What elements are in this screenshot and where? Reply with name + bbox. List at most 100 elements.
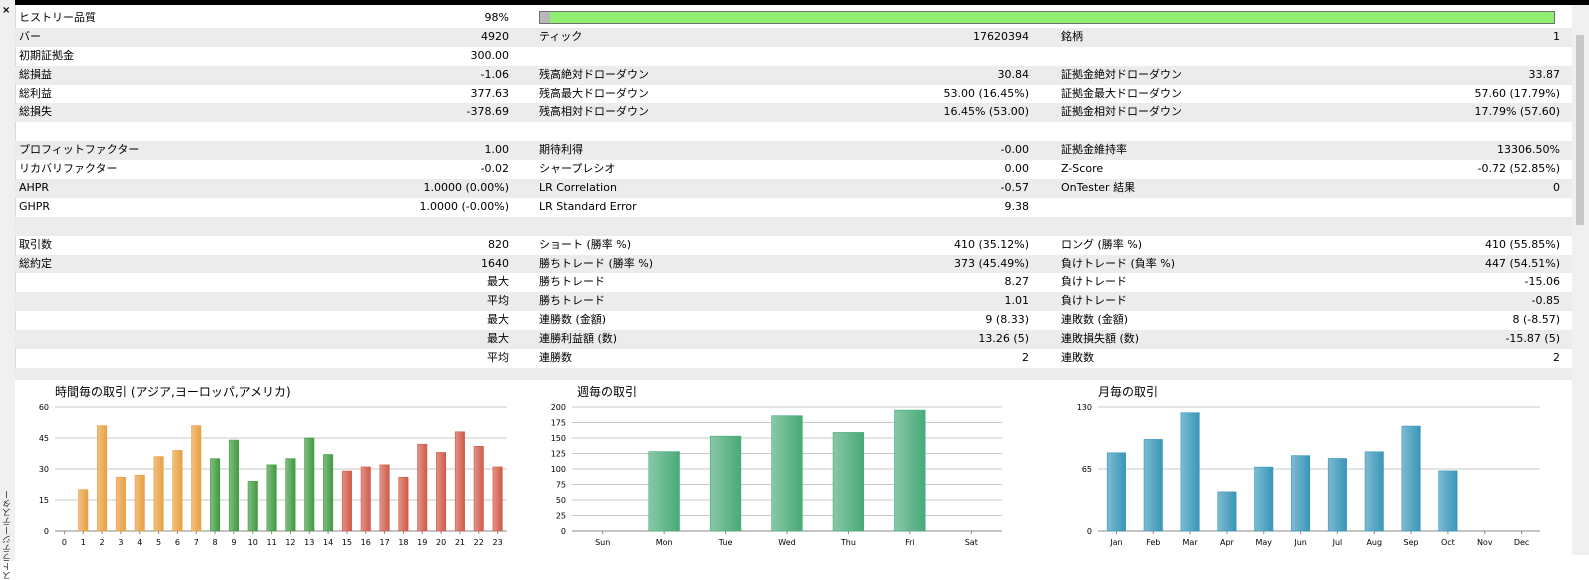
- stat-value-1: 最大: [487, 313, 509, 327]
- x-tick-label: 9: [231, 538, 236, 547]
- bar-5: [153, 456, 164, 532]
- stat-value-1: 最大: [487, 332, 509, 346]
- stat-label-3: OnTester 結果: [1061, 181, 1136, 195]
- stat-value-3: 447 (54.51%): [1484, 256, 1560, 270]
- quality-bar-fill: [540, 12, 551, 23]
- bar-4: [134, 474, 145, 532]
- x-tick-label: 18: [398, 538, 408, 547]
- bar-Jun: [1291, 455, 1311, 532]
- x-tick-label: Tue: [718, 538, 733, 547]
- y-tick-label: 50: [556, 496, 566, 505]
- stat-value-2: 17620394: [973, 29, 1029, 43]
- quality-row: ヒストリー品質 98%: [15, 9, 1572, 28]
- bar-8: [210, 458, 221, 532]
- stats-row: [15, 122, 1572, 141]
- stat-label-2: 勝ちトレード: [539, 275, 605, 289]
- y-tick-label: 0: [44, 527, 49, 536]
- x-tick-label: 12: [285, 538, 295, 547]
- bar-14: [323, 454, 334, 532]
- vertical-scrollbar[interactable]: [1572, 5, 1589, 555]
- x-tick-label: 2: [100, 538, 105, 547]
- stat-label-1: プロフィットファクター: [19, 143, 140, 157]
- bar-6: [172, 450, 183, 532]
- bar-Sep: [1401, 425, 1421, 532]
- bar-Tue: [709, 435, 742, 532]
- side-panel: × ストラテジーテスター: [0, 0, 16, 580]
- stats-row: GHPR 1.0000 (-0.00%) LR Standard Error 9.38: [15, 198, 1572, 217]
- stats-row: AHPR 1.0000 (0.00%) LR Correlation -0.57 OnT…: [15, 179, 1572, 198]
- y-tick-label: 125: [551, 450, 566, 459]
- stat-value-2: 8.27: [1004, 275, 1030, 289]
- x-tick-label: 4: [137, 538, 142, 547]
- stat-label-3: 負けトレード: [1061, 294, 1127, 308]
- stat-label-3: 連敗損失額 (数): [1061, 332, 1140, 346]
- x-tick-label: 1: [81, 538, 86, 547]
- stat-label-2: 残高絶対ドローダウン: [539, 67, 649, 81]
- y-tick-label: 60: [39, 403, 49, 412]
- bar-7: [191, 425, 202, 532]
- stat-value-2: 410 (35.12%): [953, 237, 1029, 251]
- x-tick-label: 0: [62, 538, 67, 547]
- bar-Jul: [1327, 458, 1347, 532]
- stat-value-3: 0: [1553, 181, 1560, 195]
- stat-value-3: 17.79% (57.60): [1474, 105, 1560, 119]
- stat-label-3: 銘柄: [1061, 29, 1083, 43]
- bar-10: [247, 481, 258, 532]
- stat-label-2: 期待利得: [539, 143, 583, 157]
- stat-value-1: -1.06: [480, 67, 509, 81]
- close-icon[interactable]: ×: [2, 6, 10, 16]
- stat-label-3: ロング (勝率 %): [1061, 237, 1143, 251]
- stats-row: 平均 連勝数 2 連敗数 2: [15, 349, 1572, 368]
- stats-row: 平均 勝ちトレード 1.01 負けトレード -0.85: [15, 292, 1572, 312]
- scrollbar-thumb[interactable]: [1576, 35, 1584, 225]
- stat-value-3: -0.85: [1531, 294, 1560, 308]
- bar-16: [360, 466, 371, 532]
- stat-value-1: 1.00: [484, 143, 510, 157]
- stat-value-3: -0.72 (52.85%): [1477, 162, 1560, 176]
- bar-17: [379, 464, 390, 532]
- stat-value-1: 820: [488, 237, 509, 251]
- x-tick-label: Sun: [595, 538, 610, 547]
- bar-13: [304, 437, 315, 532]
- y-tick-label: 0: [1087, 527, 1092, 536]
- y-tick-label: 65: [1082, 465, 1092, 474]
- y-tick-label: 15: [39, 496, 49, 505]
- bar-12: [285, 458, 296, 532]
- stat-label-3: 負けトレード: [1061, 275, 1127, 289]
- x-tick-label: 15: [342, 538, 352, 547]
- y-tick-label: 0: [561, 527, 566, 536]
- stats-row: 最大 連勝数 (金額) 9 (8.33) 連敗数 (金額) 8 (-8.57): [15, 311, 1572, 330]
- stat-value-1: 377.63: [470, 86, 510, 100]
- stat-label-3: 証拠金最大ドローダウン: [1061, 86, 1182, 100]
- x-tick-label: 16: [361, 538, 371, 547]
- stats-row: 初期証拠金 300.00: [15, 47, 1572, 66]
- stat-value-3: -15.06: [1524, 275, 1560, 289]
- y-tick-label: 150: [551, 434, 566, 443]
- stat-value-1: 1640: [481, 256, 509, 270]
- stat-label-1: AHPR: [19, 181, 50, 195]
- stat-value-3: 1: [1553, 29, 1560, 43]
- bar-1: [78, 489, 89, 532]
- bar-18: [398, 476, 409, 532]
- stat-value-2: 16.45% (53.00): [943, 105, 1029, 119]
- stat-label-3: 連敗数: [1061, 351, 1094, 365]
- x-tick-label: 20: [436, 538, 446, 547]
- bar-May: [1254, 466, 1274, 532]
- bar-Mon: [648, 451, 680, 532]
- stat-value-2: 9.38: [1004, 199, 1030, 213]
- panel-vertical-label[interactable]: ストラテジーテスター: [1, 490, 15, 580]
- stats-row: バー 4920 ティック 17620394 銘柄 1: [15, 27, 1572, 47]
- bar-21: [454, 431, 465, 532]
- stat-label-3: 連敗数 (金額): [1061, 313, 1129, 327]
- x-tick-label: Sep: [1404, 538, 1419, 547]
- x-tick-label: 10: [248, 538, 258, 547]
- stat-value-1: 1.0000 (-0.00%): [419, 199, 509, 213]
- x-tick-label: 7: [194, 538, 199, 547]
- stat-label-2: LR Correlation: [539, 181, 617, 195]
- y-tick-label: 100: [551, 465, 566, 474]
- stat-label-1: 総利益: [19, 86, 52, 100]
- stat-value-1: 1.0000 (0.00%): [423, 181, 509, 195]
- x-tick-label: 21: [455, 538, 465, 547]
- bar-19: [417, 443, 428, 532]
- stat-value-1: 平均: [487, 351, 509, 365]
